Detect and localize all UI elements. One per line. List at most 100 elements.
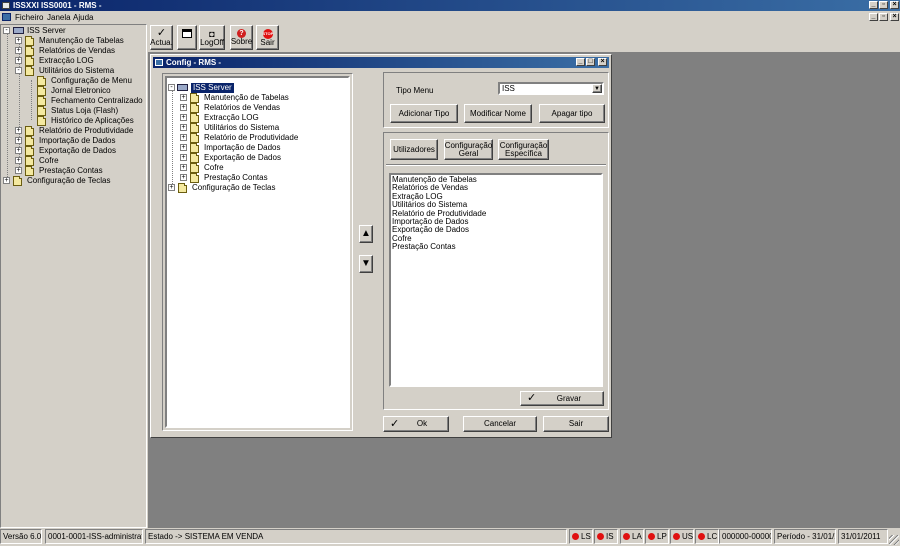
dialog-tree-item-label: Manutenção de Tabelas: [204, 93, 289, 102]
collapse-icon[interactable]: -: [168, 84, 175, 91]
mdi-restore-icon[interactable]: ▫: [879, 13, 888, 21]
dialog-maximize-icon[interactable]: □: [586, 58, 595, 66]
dialog-tree-item-label: Prestação Contas: [204, 173, 268, 182]
tree-guide: [172, 84, 173, 188]
left-tree-item-label: Histórico de Aplicações: [51, 116, 134, 125]
move-up-button[interactable]: ▲: [359, 225, 373, 243]
server-icon: [13, 27, 24, 34]
adicionar-tipo-button[interactable]: Adicionar Tipo: [390, 104, 458, 123]
window-button[interactable]: [177, 25, 197, 50]
collapse-icon[interactable]: -: [3, 27, 10, 34]
dialog-tree-root-label: ISS Server: [191, 83, 234, 93]
app-title-bar: ISSXXI ISS0001 - RMS -: [0, 0, 900, 11]
expand-icon[interactable]: +: [180, 104, 187, 111]
dialog-tree-item-label: Importação de Dados: [204, 143, 281, 152]
menu-ajuda[interactable]: Ajuda: [73, 13, 93, 22]
config-group: Utilizadores Configuração Geral Configur…: [383, 132, 609, 410]
tipo-menu-value: ISS: [502, 84, 515, 93]
dialog-tree-item-label: Relatórios de Vendas: [204, 103, 281, 112]
dialog-tree-item-label: Relatório de Produtividade: [204, 133, 299, 142]
move-down-button[interactable]: ▼: [359, 255, 373, 273]
status-led-la: LA: [620, 529, 644, 544]
red-led-icon: [673, 533, 680, 540]
list-item[interactable]: Prestação Contas: [392, 242, 601, 251]
red-led-icon: [597, 533, 604, 540]
red-led-icon: [623, 533, 630, 540]
modificar-nome-button[interactable]: Modificar Nome: [464, 104, 532, 123]
resize-grip-icon[interactable]: [889, 535, 899, 545]
expand-icon[interactable]: +: [180, 174, 187, 181]
check-icon: ✓: [390, 418, 400, 430]
expand-icon[interactable]: +: [15, 127, 22, 134]
folder-icon: [25, 146, 34, 156]
apagar-tipo-button[interactable]: Apagar tipo: [539, 104, 605, 123]
expand-icon[interactable]: +: [180, 124, 187, 131]
sair-toolbar-button[interactable]: STOP Sair: [256, 25, 279, 50]
expand-icon[interactable]: +: [180, 154, 187, 161]
configuracao-geral-button[interactable]: Configuração Geral: [444, 139, 493, 160]
mdi-close-icon[interactable]: ×: [890, 13, 899, 21]
sair-button[interactable]: Sair: [543, 416, 609, 432]
folder-icon: [190, 93, 199, 103]
folder-icon: [25, 136, 34, 146]
restore-icon[interactable]: ▫: [879, 1, 888, 9]
menu-janela[interactable]: Janela: [47, 13, 71, 22]
app-title: ISSXXI ISS0001 - RMS -: [13, 1, 102, 10]
expand-icon[interactable]: +: [180, 94, 187, 101]
dialog-minimize-icon[interactable]: _: [576, 58, 585, 66]
folder-icon: [13, 176, 22, 186]
expand-icon[interactable]: +: [15, 147, 22, 154]
expand-icon[interactable]: +: [168, 184, 175, 191]
left-tree-item-label: Utilitários do Sistema: [39, 66, 115, 75]
minimize-icon[interactable]: _: [869, 1, 878, 9]
folder-icon: [25, 56, 34, 66]
folder-icon: [190, 133, 199, 143]
gravar-label: Gravar: [556, 393, 582, 403]
close-icon[interactable]: ×: [890, 1, 899, 9]
expand-icon[interactable]: +: [15, 157, 22, 164]
expand-icon[interactable]: +: [180, 114, 187, 121]
expand-icon[interactable]: +: [180, 144, 187, 151]
list-item[interactable]: Exportação de Dados: [392, 226, 601, 235]
menu-bar: Ficheiro Janela Ajuda _ ▫ ×: [0, 11, 900, 23]
configuracao-especifica-button[interactable]: Configuração Específica: [498, 139, 549, 160]
menu-list[interactable]: Manutenção de Tabelas Relatórios de Vend…: [389, 173, 603, 387]
logoff-button[interactable]: ◘ LogOff: [199, 25, 225, 50]
folder-icon: [190, 173, 199, 183]
expand-icon[interactable]: +: [15, 167, 22, 174]
sair-label: Sair: [260, 37, 275, 47]
mdi-minimize-icon[interactable]: _: [869, 13, 878, 21]
expand-icon[interactable]: +: [15, 57, 22, 64]
expand-icon[interactable]: +: [15, 137, 22, 144]
tipo-menu-group: Tipo Menu ISS ▼ Adicionar Tipo Modificar…: [383, 72, 609, 128]
expand-icon[interactable]: +: [180, 164, 187, 171]
ok-button[interactable]: ✓ Ok: [383, 416, 449, 432]
expand-icon[interactable]: +: [15, 47, 22, 54]
dialog-tree-item-label: Extracção LOG: [204, 113, 259, 122]
toolbar: ✓ Actua. ◘ LogOff ? Sobre STOP Sair: [148, 24, 900, 52]
tipo-menu-select[interactable]: ISS ▼: [498, 82, 604, 95]
utilizadores-button[interactable]: Utilizadores: [390, 139, 438, 160]
expand-icon[interactable]: +: [180, 134, 187, 141]
left-tree-item-label: Relatório de Produtividade: [39, 126, 134, 135]
left-tree-item-label: Status Loja (Flash): [51, 106, 119, 115]
folder-icon: [25, 156, 34, 166]
dialog-close-icon[interactable]: ×: [598, 58, 607, 66]
status-estado: Estado -> SISTEMA EM VENDA: [145, 529, 567, 544]
left-tree-item-label: Exportação de Dados: [39, 146, 116, 155]
expand-icon[interactable]: +: [3, 177, 10, 184]
folder-icon: [25, 36, 34, 46]
sobre-button[interactable]: ? Sobre: [230, 25, 253, 50]
red-led-icon: [572, 533, 579, 540]
gravar-button[interactable]: ✓ Gravar: [520, 391, 604, 406]
actua-button[interactable]: ✓ Actua.: [150, 25, 173, 50]
menu-ficheiro[interactable]: Ficheiro: [15, 13, 43, 22]
ok-label: Ok: [416, 419, 428, 428]
dialog-icon: [155, 59, 163, 66]
cancelar-button[interactable]: Cancelar: [463, 416, 537, 432]
expand-icon[interactable]: +: [15, 37, 22, 44]
folder-icon: [25, 126, 34, 136]
dropdown-arrow-icon[interactable]: ▼: [592, 84, 602, 93]
left-tree-item-label: Relatórios de Vendas: [39, 46, 116, 55]
collapse-icon[interactable]: -: [15, 67, 22, 74]
